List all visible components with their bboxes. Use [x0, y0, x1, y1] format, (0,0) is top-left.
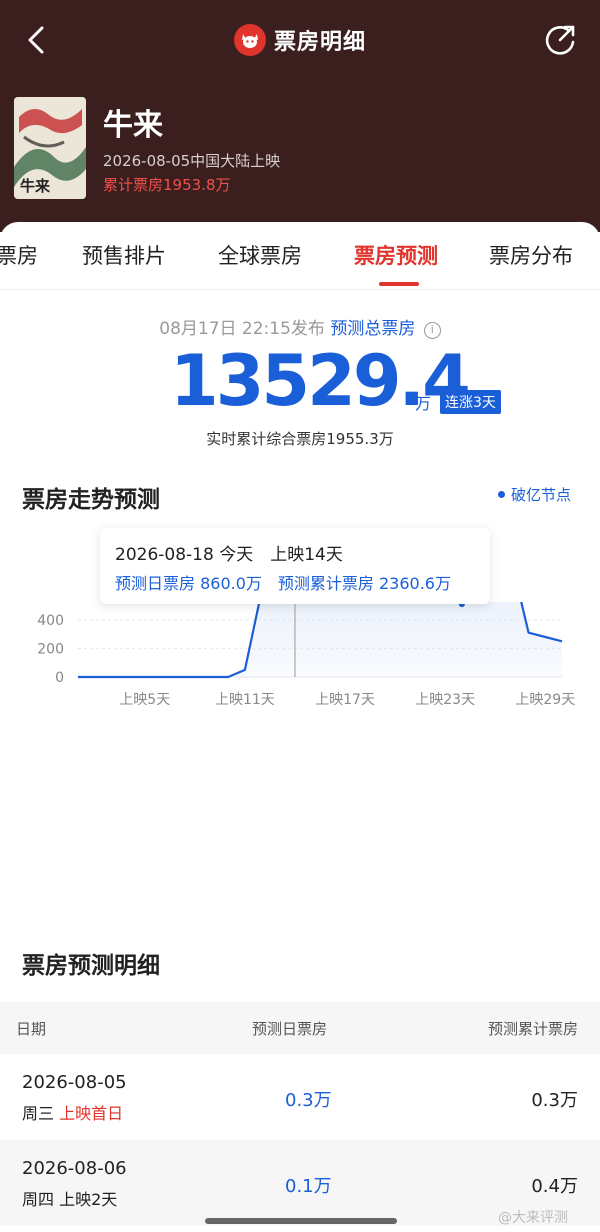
- cat-logo-icon: [233, 24, 266, 56]
- row-note: 上映首日: [59, 1104, 124, 1123]
- tab-box-office[interactable]: 票房: [0, 240, 38, 270]
- legend-dot-icon: [498, 491, 505, 498]
- movie-title: 牛来: [103, 108, 163, 143]
- publish-time: 08月17日 22:15发布: [159, 319, 325, 339]
- row-day-info: 周四 上映2天: [22, 1186, 117, 1210]
- y-tick-label: 400: [37, 613, 64, 629]
- x-tick-label: 上映23天: [415, 692, 475, 708]
- row-note: 上映2天: [59, 1190, 118, 1209]
- col-date: 日期: [16, 1020, 47, 1038]
- x-tick-label: 上映5天: [119, 692, 170, 708]
- streak-badge: 连涨3天: [440, 390, 501, 414]
- detail-section-title: 票房预测明细: [22, 953, 160, 979]
- content-card: 票房 预售排片 全球票房 票房预测 票房分布 08月17日 22:15发布 预测…: [0, 222, 600, 1232]
- info-icon[interactable]: i: [423, 322, 441, 339]
- row-date: 2026-08-05: [22, 1072, 127, 1093]
- movie-poster[interactable]: 牛来: [14, 97, 86, 199]
- series-area: [78, 475, 562, 677]
- col-cumulative: 预测累计票房: [487, 1020, 578, 1038]
- tab-forecast[interactable]: 票房预测: [354, 240, 438, 270]
- tooltip-date: 2026-08-18 今天 上映14天: [115, 545, 343, 565]
- share-icon: [545, 25, 575, 55]
- trend-chart-svg: 02004006008001,0001,2001,400上映5天上映11天上映1…: [24, 470, 575, 708]
- row-date: 2026-08-06: [22, 1158, 127, 1179]
- tab-global[interactable]: 全球票房: [218, 240, 302, 270]
- row-day-info: 周三 上映首日: [22, 1100, 123, 1124]
- publish-line: 08月17日 22:15发布 预测总票房 i: [0, 314, 600, 339]
- nav-title: 票房明细: [0, 20, 600, 60]
- legend-label: 破亿节点: [511, 486, 572, 504]
- trend-chart[interactable]: 02004006008001,0001,2001,400上映5天上映11天上映1…: [0, 470, 600, 882]
- realtime-box-office: 实时累计综合票房1955.3万: [206, 430, 394, 448]
- trend-section-title: 票房走势预测: [22, 487, 160, 513]
- tooltip-values: 预测日票房 860.0万 预测累计票房 2360.6万: [115, 574, 451, 593]
- tab-presale[interactable]: 预售排片: [82, 240, 166, 270]
- table-row[interactable]: 2026-08-05 周三 上映首日 0.3万 0.3万: [0, 1054, 600, 1140]
- watermark: @大来评测: [498, 1210, 568, 1226]
- y-tick-label: 200: [37, 641, 64, 657]
- poster-title: 牛来: [20, 177, 51, 195]
- cumulative-box-office: 累计票房1953.8万: [103, 176, 231, 194]
- page-title: 票房明细: [273, 30, 366, 55]
- tab-distribution[interactable]: 票房分布: [489, 240, 573, 270]
- total-forecast-label: 预测总票房: [330, 319, 416, 339]
- x-tick-label: 上映29天: [515, 692, 575, 708]
- legend-billion-node[interactable]: 破亿节点: [498, 484, 571, 505]
- release-info: 2026-08-05中国大陆上映: [103, 152, 281, 170]
- y-tick-label: 0: [55, 670, 64, 686]
- share-button[interactable]: [542, 22, 578, 58]
- tab-bar: 票房 预售排片 全球票房 票房预测 票房分布: [0, 222, 600, 290]
- x-tick-label: 上映17天: [315, 692, 375, 708]
- table-header: 日期 预测日票房 预测累计票房: [0, 1002, 600, 1054]
- active-tab-indicator: [379, 282, 419, 286]
- home-indicator: [205, 1218, 397, 1224]
- chart-tooltip: 2026-08-18 今天 上映14天 预测日票房 860.0万 预测累计票房 …: [100, 528, 490, 604]
- movie-header: 票房明细 牛来 牛来 2026-08-05中国大陆上映 累计票房1953.8万: [0, 0, 600, 232]
- forecast-total-unit: 万: [415, 394, 432, 413]
- row-weekday: 周三: [22, 1104, 55, 1123]
- row-daily-value: 0.3万: [285, 1090, 332, 1111]
- row-cumulative-value: 0.4万: [531, 1176, 578, 1197]
- row-cumulative-value: 0.3万: [531, 1090, 578, 1111]
- col-daily: 预测日票房: [252, 1020, 328, 1038]
- row-daily-value: 0.1万: [285, 1176, 332, 1197]
- x-tick-label: 上映11天: [215, 692, 275, 708]
- row-weekday: 周四: [22, 1190, 55, 1209]
